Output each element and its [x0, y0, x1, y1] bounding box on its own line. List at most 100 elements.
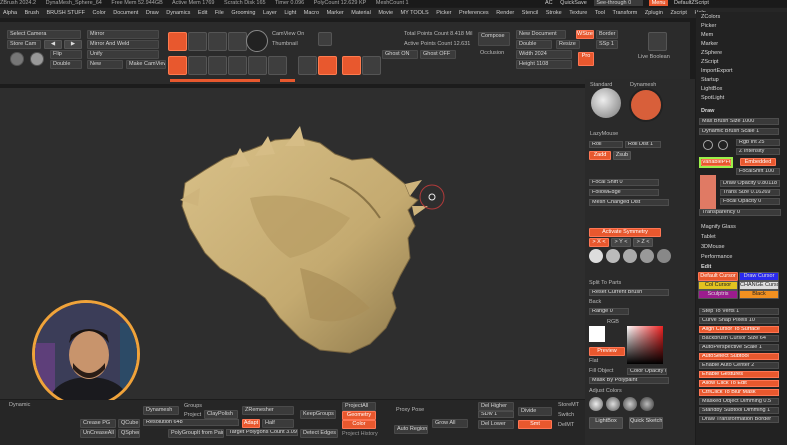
menu-mem[interactable]: Mem — [701, 32, 713, 38]
fill-object-label[interactable]: Fill Object — [589, 368, 613, 374]
step-to-verts-slider[interactable]: Step To Verts 1 — [699, 308, 779, 315]
uncrease-all-button[interactable]: UnCreaseAll — [80, 429, 116, 438]
flip-button[interactable]: Flip — [50, 50, 82, 59]
menu-render[interactable]: Render — [493, 8, 517, 18]
split-to-parts-label[interactable]: Split To Parts — [589, 280, 621, 286]
edit-section-header[interactable]: Edit — [701, 264, 711, 270]
rotate-mode-icon[interactable] — [246, 30, 268, 52]
ac-label[interactable]: AC — [545, 0, 553, 6]
menu-color[interactable]: Color — [90, 8, 109, 18]
groups-label[interactable]: Groups — [184, 403, 202, 409]
menu-document[interactable]: Document — [110, 8, 141, 18]
grow-all-button[interactable]: Grow All — [432, 419, 468, 428]
align-cursor-button[interactable]: Align Cursor To Surface — [699, 326, 779, 333]
ghost-off-button[interactable]: Ghost OFF — [420, 50, 456, 59]
camview-on-label[interactable]: CamView On — [272, 31, 304, 37]
menu-brush-stuff[interactable]: BRUSH STUFF — [44, 8, 89, 18]
new-button[interactable]: New — [87, 60, 123, 69]
dynamesh-button[interactable]: Dynamesh — [143, 406, 179, 415]
crease-pg-button[interactable]: Crease PG — [80, 419, 116, 428]
target-polygons-slider[interactable]: Target Polygons Count 3.09531 — [226, 429, 298, 436]
max-brush-size-slider[interactable]: Max Brush Size 1000 — [699, 118, 779, 125]
menu-stroke[interactable]: Stroke — [543, 8, 565, 18]
ctrlclick-blur-mask-button[interactable]: CtrlClick To Blur Mask — [699, 389, 779, 396]
adjust-colors-label[interactable]: Adjust Colors — [589, 388, 622, 394]
range-slider[interactable]: Range 0 — [589, 308, 629, 315]
z-intensity-slider[interactable]: Z Intensity — [736, 148, 780, 155]
menu-light[interactable]: Light — [281, 8, 299, 18]
color-button[interactable]: Color — [342, 420, 376, 429]
embedded-button[interactable]: Embedded — [740, 158, 776, 166]
dynamic-label[interactable]: Dynamic — [9, 402, 30, 408]
del-higher-button[interactable]: Del Higher — [478, 402, 514, 411]
menu-marker[interactable]: Marker — [324, 8, 347, 18]
claypolish-button[interactable]: ClayPolish — [204, 410, 238, 419]
dynamesh-icon[interactable] — [629, 88, 663, 122]
projectall-button[interactable]: ProjectAll — [342, 402, 376, 411]
perspective-icon[interactable] — [342, 56, 361, 75]
transparency-slider[interactable]: Transparency 0 — [699, 209, 781, 216]
live-boolean-icon[interactable] — [648, 32, 667, 51]
storemt-label[interactable]: StoreMT — [558, 402, 579, 408]
compose-button[interactable]: Compose — [478, 32, 510, 46]
roll-toggle[interactable]: Roll — [589, 141, 623, 148]
color-picker[interactable] — [627, 326, 663, 364]
mesh-changed-dist[interactable]: Mesh Changed Dist — [589, 199, 669, 206]
menu-texture[interactable]: Texture — [566, 8, 590, 18]
occlusion-label[interactable]: Occlusion — [480, 50, 504, 56]
magnify-glass-section[interactable]: Magnify Glass — [701, 224, 736, 230]
menu-marker-item[interactable]: Marker — [701, 41, 718, 47]
menu-edit[interactable]: Edit — [195, 8, 210, 18]
focal-opacity-slider[interactable]: Focal Opacity 0 — [720, 198, 780, 205]
menu-startup[interactable]: Startup — [701, 77, 719, 83]
tool-icon-e[interactable] — [268, 56, 287, 75]
menu-picker-item[interactable]: Picker — [701, 23, 716, 29]
menu-lightbox[interactable]: LightBox — [701, 86, 722, 92]
alpha-rstiche-icon[interactable] — [623, 249, 637, 263]
material-sphere-icon[interactable] — [30, 52, 44, 66]
alpha-extrude-icon[interactable] — [657, 249, 671, 263]
polygroupit-button[interactable]: PolyGroupIt from Paint — [168, 429, 224, 438]
double-button[interactable]: Double — [50, 60, 82, 69]
curve-snap-slider[interactable]: Curve Snap Pixels 10 — [699, 317, 779, 324]
store-cam-button[interactable]: Store Cam — [7, 40, 41, 49]
3dmouse-section[interactable]: 3DMouse — [701, 244, 725, 250]
spotlight-icon[interactable] — [318, 32, 332, 46]
thumbnail-label[interactable]: Thumbnail — [272, 41, 298, 47]
keepgroups-button[interactable]: KeepGroups — [300, 410, 336, 419]
menu-zcolors[interactable]: ZColors — [701, 14, 720, 20]
standard-brush-icon[interactable] — [591, 88, 621, 118]
symmetry-x-button[interactable]: > X < — [589, 238, 609, 247]
variable-pfo-button[interactable]: VariablePFO — [701, 159, 731, 166]
dynamic-brush-scale-slider[interactable]: Dynamic Brush Scale 1 — [699, 128, 779, 135]
menu-zsphere[interactable]: ZSphere — [701, 50, 722, 56]
preview-button[interactable]: Preview — [589, 347, 625, 356]
tool-icon-d[interactable] — [248, 56, 267, 75]
scale-mode-icon[interactable] — [228, 32, 247, 51]
rgb-int-slider[interactable]: Rgb Int 25 — [736, 139, 780, 146]
alpha-electrodots-icon[interactable] — [606, 249, 620, 263]
menu-movie[interactable]: Movie — [375, 8, 396, 18]
enable-gestures-button[interactable]: Enable Gestures — [699, 371, 779, 378]
masked-object-dimming-slider[interactable]: Masked Object Dimming 0.5 — [699, 398, 779, 405]
menu-spotlight[interactable]: SpotLight — [701, 95, 724, 101]
activate-symmetry-button[interactable]: Activate Symmetry — [589, 228, 661, 237]
standby-subtool-dimming-slider[interactable]: Standby Subtool Dimming 1 — [699, 407, 779, 414]
roll-dist-slider[interactable]: Roll Dist 1 — [625, 141, 661, 148]
menu-my-tools[interactable]: MY TOOLS — [398, 8, 432, 18]
black-cursor-button[interactable]: Black — [739, 290, 779, 299]
focal-shift-slider[interactable]: Focal Shift 0 — [589, 179, 659, 186]
menu-brush[interactable]: Brush — [22, 8, 42, 18]
quick-sketch-button[interactable]: Quick Sketch — [629, 417, 663, 429]
menu-stencil[interactable]: Stencil — [519, 8, 542, 18]
height-slider[interactable]: Height 1108 — [516, 60, 572, 69]
switch-label[interactable]: Switch — [558, 412, 574, 418]
backbrush-cursor-slider[interactable]: Backbrush Cursor Size 64 — [699, 335, 779, 342]
menu-dynamics[interactable]: Dynamics — [163, 8, 193, 18]
material-basicmat-icon[interactable] — [589, 397, 603, 411]
geometry-button[interactable]: Geometry — [342, 411, 376, 420]
delmt-label[interactable]: DelMT — [558, 422, 574, 428]
make-camview-button[interactable]: Make CamView — [126, 60, 166, 69]
sculptris-cursor-button[interactable]: Sculptris — [698, 290, 738, 299]
menu-tool[interactable]: Tool — [592, 8, 608, 18]
